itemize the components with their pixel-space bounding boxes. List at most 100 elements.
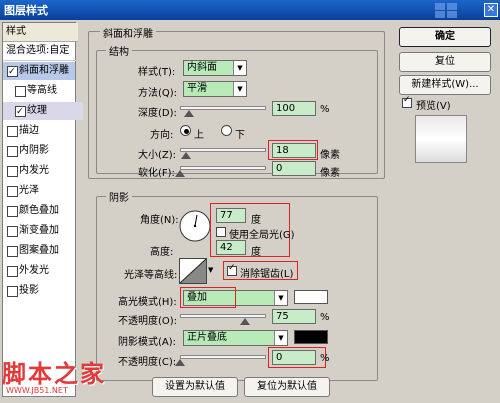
style-checkbox[interactable] xyxy=(7,63,18,81)
style-list-item[interactable]: 颜色叠加 xyxy=(3,202,75,220)
highlight-mode-label: 高光模式(H): xyxy=(118,297,177,308)
style-list-item-label: 等高线 xyxy=(27,85,57,96)
antialias-annotation-box xyxy=(223,261,298,280)
angle-dial-icon[interactable] xyxy=(178,209,212,243)
highlight-color-swatch[interactable] xyxy=(294,290,328,304)
size-slider-thumb[interactable] xyxy=(181,152,192,159)
style-list-item-label: 渐变叠加 xyxy=(19,225,59,236)
style-list-item[interactable]: 内发光 xyxy=(3,162,75,180)
direction-down-radio[interactable] xyxy=(221,125,232,136)
shadow-color-swatch[interactable] xyxy=(294,330,328,344)
chevron-down-icon: ▼ xyxy=(233,82,246,96)
style-list-header: 样式 xyxy=(3,23,78,42)
shadow-opacity-label: 不透明度(C): xyxy=(118,357,177,368)
new-style-button[interactable]: 新建样式(W)... xyxy=(399,75,491,95)
style-list-item-label: 光泽 xyxy=(19,185,39,196)
shading-title: 阴影 xyxy=(106,189,132,204)
style-list-item[interactable]: 斜面和浮雕 xyxy=(3,62,75,81)
soften-unit: 像素 xyxy=(320,168,340,179)
style-list-item-label: 描边 xyxy=(19,125,39,136)
style-select[interactable]: 内斜面 ▼ xyxy=(183,60,247,76)
ok-button[interactable]: 确定 xyxy=(399,27,491,47)
make-default-button[interactable]: 设置为默认值 xyxy=(152,377,238,397)
highlight-opacity-unit: % xyxy=(320,312,330,323)
direction-label: 方向: xyxy=(150,130,174,141)
style-list-item[interactable]: 等高线 xyxy=(3,82,83,100)
soften-slider-thumb[interactable] xyxy=(175,170,185,177)
style-checkbox[interactable] xyxy=(7,146,18,157)
style-list-item[interactable]: 渐变叠加 xyxy=(3,222,75,240)
shadow-opacity-track[interactable] xyxy=(180,355,266,359)
shadow-mode-value: 正片叠底 xyxy=(187,332,227,343)
style-list-item[interactable]: 内阴影 xyxy=(3,142,75,160)
close-button[interactable]: ✕ xyxy=(484,3,498,17)
check-icon: ✓ xyxy=(403,95,411,105)
reset-default-button[interactable]: 复位为默认值 xyxy=(244,377,330,397)
angle-label: 角度(N): xyxy=(140,215,179,226)
highlight-opacity-input[interactable]: 75 xyxy=(272,309,316,324)
size-unit: 像素 xyxy=(320,150,340,161)
chevron-down-icon[interactable]: ▼ xyxy=(208,266,216,276)
style-checkbox[interactable] xyxy=(7,226,18,237)
direction-down-label: 下 xyxy=(235,130,245,141)
global-light-checkbox[interactable] xyxy=(216,227,226,237)
style-checkbox[interactable] xyxy=(15,86,26,97)
window-title: 图层样式 xyxy=(4,4,48,17)
windows-logo-icon xyxy=(435,3,457,18)
altitude-input[interactable]: 42 xyxy=(216,240,246,255)
style-checkbox[interactable] xyxy=(7,206,18,217)
direction-up-radio[interactable] xyxy=(180,125,191,136)
size-slider-track[interactable] xyxy=(180,148,266,152)
style-checkbox[interactable] xyxy=(15,103,26,121)
style-checkbox[interactable] xyxy=(7,166,18,177)
style-preview-thumbnail xyxy=(415,115,467,163)
reset-button[interactable]: 复位 xyxy=(399,52,491,72)
shadow-mode-select[interactable]: 正片叠底 ▼ xyxy=(183,330,288,346)
soften-label: 软化(F): xyxy=(138,168,175,179)
structure-title: 结构 xyxy=(106,43,132,58)
style-label: 样式(T): xyxy=(138,67,176,78)
size-label: 大小(Z): xyxy=(138,150,177,161)
chevron-down-icon: ▼ xyxy=(233,61,246,75)
style-list-item-label: 投影 xyxy=(19,285,39,296)
style-select-value: 内斜面 xyxy=(187,62,217,73)
style-checkbox[interactable] xyxy=(7,246,18,257)
style-list-item-label: 外发光 xyxy=(19,265,49,276)
highlight-opacity-label: 不透明度(O): xyxy=(118,316,178,327)
technique-select[interactable]: 平滑 ▼ xyxy=(183,81,247,97)
watermark-url: WWW.JB51.NET xyxy=(6,386,68,395)
highlight-opacity-thumb[interactable] xyxy=(239,318,250,325)
style-list-item[interactable]: 光泽 xyxy=(3,182,75,200)
close-icon: ✕ xyxy=(486,4,496,15)
angle-input[interactable]: 77 xyxy=(216,208,246,223)
style-checkbox[interactable] xyxy=(7,126,18,137)
depth-slider-thumb[interactable] xyxy=(183,110,194,117)
style-list-item[interactable]: 描边 xyxy=(3,122,75,140)
style-list-item-label: 颜色叠加 xyxy=(19,205,59,216)
gloss-contour-icon[interactable] xyxy=(179,258,207,284)
soften-input[interactable]: 0 xyxy=(272,161,316,176)
preview-checkbox[interactable]: ✓ xyxy=(402,95,412,108)
technique-select-value: 平滑 xyxy=(187,83,207,94)
depth-unit: % xyxy=(320,104,330,115)
preview-label: 预览(V) xyxy=(416,101,451,112)
shadow-opacity-annotation-box xyxy=(268,347,326,368)
style-checkbox[interactable] xyxy=(7,186,18,197)
style-list-item[interactable]: 纹理 xyxy=(3,102,83,121)
style-checkbox[interactable] xyxy=(7,266,18,277)
style-list-item[interactable]: 外发光 xyxy=(3,262,75,280)
style-list-item[interactable]: 图案叠加 xyxy=(3,242,75,260)
style-checkbox[interactable] xyxy=(7,286,18,297)
shadow-opacity-unit: % xyxy=(320,353,330,364)
depth-label: 深度(D): xyxy=(138,108,177,119)
shadow-opacity-thumb[interactable] xyxy=(175,359,185,366)
depth-input[interactable]: 100 xyxy=(272,101,316,116)
style-list-item[interactable]: 投影 xyxy=(3,282,75,300)
highlight-opacity-track[interactable] xyxy=(180,314,266,318)
soften-slider-track[interactable] xyxy=(180,166,266,170)
shadow-mode-label: 阴影模式(A): xyxy=(118,337,177,348)
blend-options-item[interactable]: 混合选项:自定 xyxy=(3,42,78,61)
style-list-item-label: 纹理 xyxy=(27,105,47,116)
chevron-down-icon: ▼ xyxy=(274,291,287,305)
watermark-logo: 脚本之家 xyxy=(2,360,106,388)
